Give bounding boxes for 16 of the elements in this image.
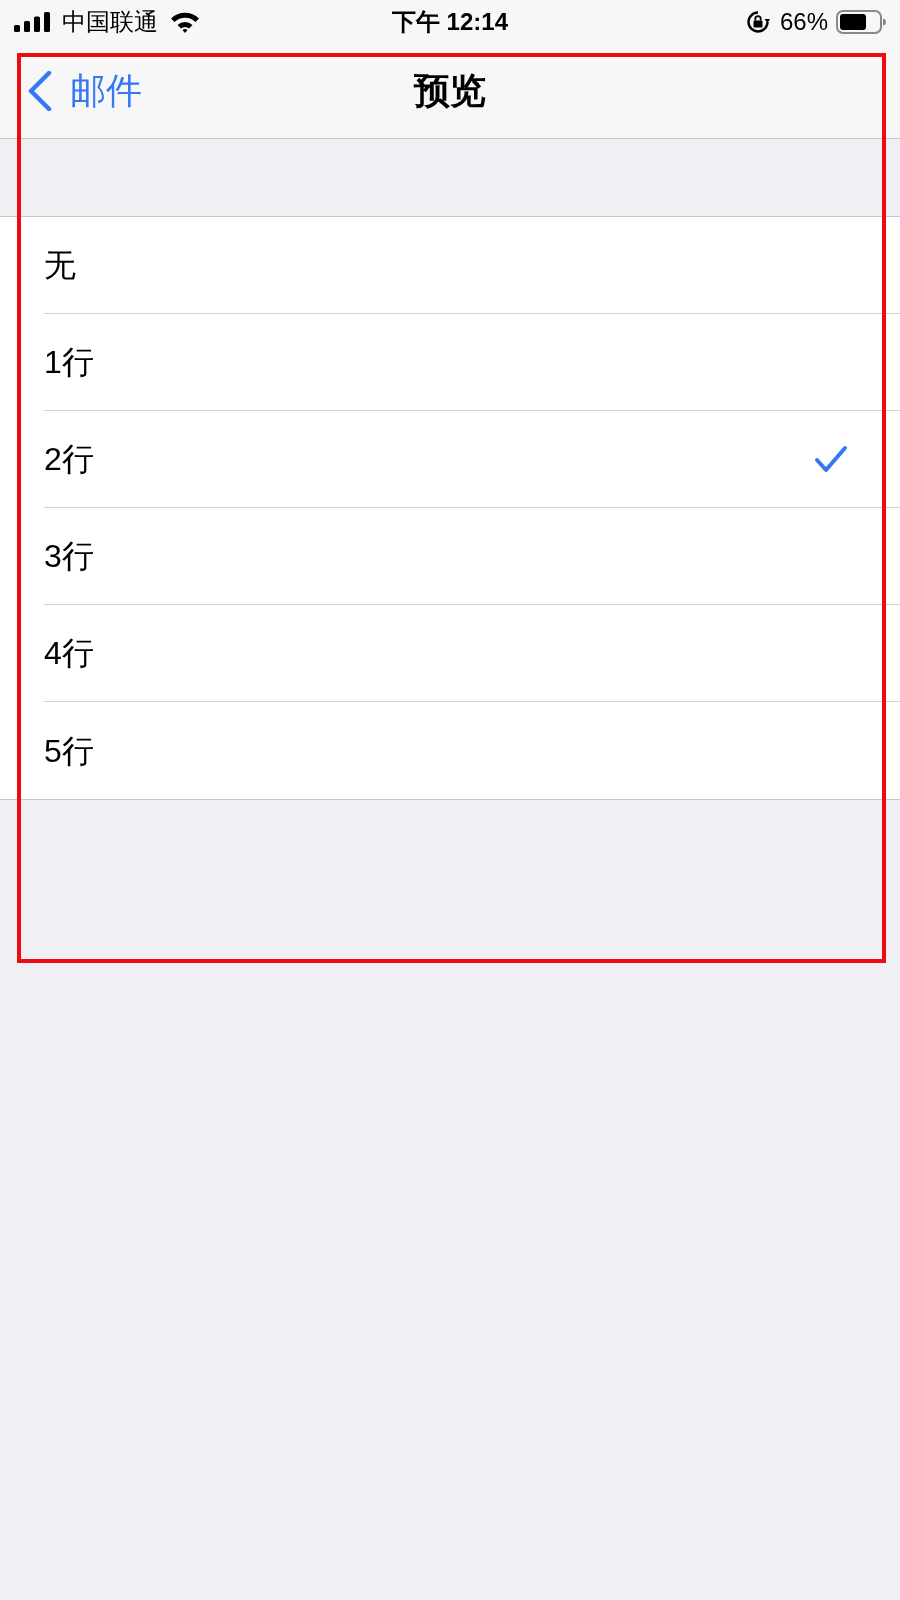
option-row[interactable]: 3行 bbox=[44, 508, 900, 605]
carrier-name: 中国联通 bbox=[62, 10, 158, 34]
signal-bars-icon bbox=[14, 12, 50, 32]
option-row[interactable]: 4行 bbox=[44, 605, 900, 702]
clock-time: 下午 12:14 bbox=[391, 10, 508, 34]
option-row[interactable]: 5行 bbox=[44, 702, 900, 799]
rotation-lock-icon bbox=[745, 10, 770, 34]
battery-icon bbox=[836, 10, 886, 34]
option-row[interactable]: 无 bbox=[44, 217, 900, 314]
battery-percentage: 66% bbox=[779, 10, 828, 34]
chevron-left-icon bbox=[28, 71, 52, 111]
wifi-icon bbox=[170, 11, 200, 33]
page-title: 预览 bbox=[414, 73, 486, 109]
back-button[interactable]: 邮件 bbox=[28, 71, 142, 111]
option-row[interactable]: 2行 bbox=[44, 411, 900, 508]
option-row[interactable]: 1行 bbox=[44, 314, 900, 411]
